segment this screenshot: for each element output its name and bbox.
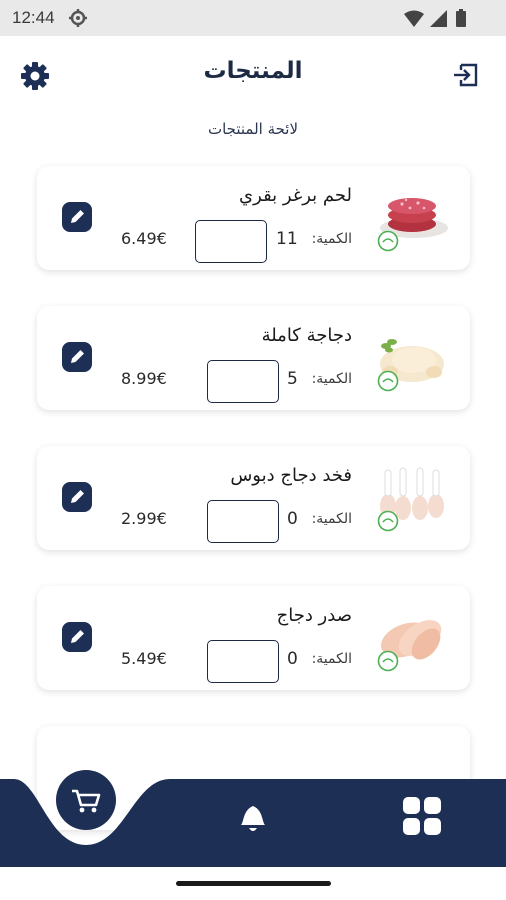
signal-icon bbox=[430, 10, 447, 27]
product-name: صدر دجاج bbox=[276, 605, 352, 626]
edit-icon[interactable] bbox=[62, 482, 92, 512]
quantity-input[interactable] bbox=[207, 360, 279, 403]
apps-grid-icon[interactable] bbox=[403, 797, 441, 835]
quantity-label: الكمية: bbox=[311, 371, 352, 387]
quantity-value: 11 bbox=[276, 229, 298, 249]
quantity-input[interactable] bbox=[195, 220, 267, 263]
battery-icon bbox=[456, 9, 466, 27]
quantity-value: 0 bbox=[287, 649, 298, 669]
price: 2.99€ bbox=[121, 509, 167, 528]
bell-icon[interactable] bbox=[235, 797, 271, 837]
quantity-label: الكمية: bbox=[311, 511, 352, 527]
settings-status-icon bbox=[69, 9, 87, 27]
quantity-input[interactable] bbox=[207, 500, 279, 543]
page-title: المنتجات bbox=[203, 58, 303, 84]
edit-icon[interactable] bbox=[62, 202, 92, 232]
price: 6.49€ bbox=[121, 229, 167, 248]
product-name: دجاجة كاملة bbox=[261, 325, 352, 346]
product-card[interactable]: صدر دجاج الكمية: 0 5.49€ bbox=[37, 586, 470, 690]
quantity-input[interactable] bbox=[207, 640, 279, 683]
wifi-icon bbox=[404, 10, 424, 27]
quantity-value: 0 bbox=[287, 509, 298, 529]
cart-icon[interactable] bbox=[56, 770, 116, 830]
product-card[interactable]: فخد دجاج دبوس الكمية: 0 2.99€ bbox=[37, 446, 470, 550]
edit-icon[interactable] bbox=[62, 342, 92, 372]
product-name: فخد دجاج دبوس bbox=[230, 465, 352, 486]
halal-badge-icon bbox=[377, 370, 399, 392]
home-gesture-bar[interactable] bbox=[176, 881, 331, 886]
product-list-subtitle: لائحة المنتجات bbox=[207, 120, 299, 138]
halal-badge-icon bbox=[377, 230, 399, 252]
halal-badge-icon bbox=[377, 510, 399, 532]
app-header: المنتجات bbox=[0, 36, 506, 112]
product-card[interactable]: دجاجة كاملة الكمية: 5 8.99€ bbox=[37, 306, 470, 410]
status-bar: 12:44 bbox=[0, 0, 506, 36]
product-card[interactable]: لحم برغر بقري الكمية: 11 6.49€ bbox=[37, 166, 470, 270]
price: 8.99€ bbox=[121, 369, 167, 388]
edit-icon[interactable] bbox=[62, 622, 92, 652]
halal-badge-icon bbox=[377, 650, 399, 672]
price: 5.49€ bbox=[121, 649, 167, 668]
quantity-label: الكمية: bbox=[311, 651, 352, 667]
quantity-value: 5 bbox=[287, 369, 298, 389]
status-time: 12:44 bbox=[12, 8, 55, 27]
quantity-label: الكمية: bbox=[311, 231, 352, 247]
product-name: لحم برغر بقري bbox=[239, 185, 352, 206]
gesture-area bbox=[0, 867, 506, 900]
logout-icon[interactable] bbox=[451, 60, 481, 90]
